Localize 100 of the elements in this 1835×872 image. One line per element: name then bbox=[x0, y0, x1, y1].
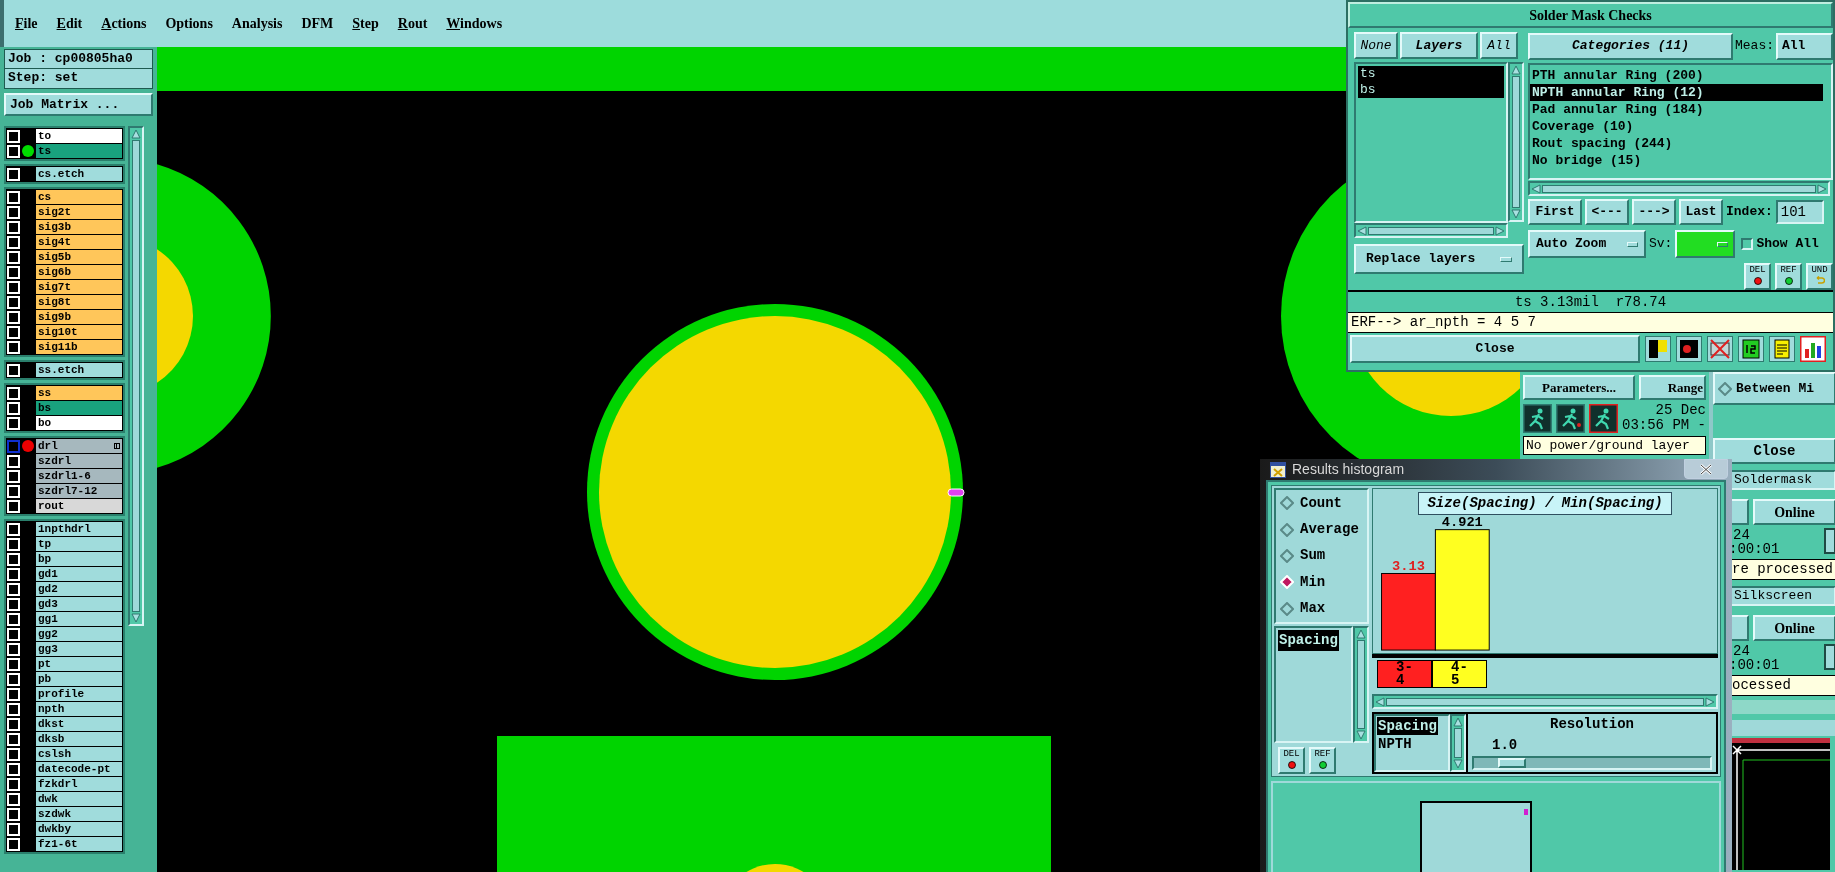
menu-item[interactable]: File bbox=[15, 13, 38, 34]
layer-item[interactable]: bs bbox=[1358, 82, 1504, 98]
filter-button[interactable]: Layers bbox=[1400, 32, 1478, 59]
layer-item[interactable]: pb bbox=[36, 672, 122, 686]
arrow-icon[interactable] bbox=[1356, 629, 1366, 639]
layer-item[interactable]: rout bbox=[36, 499, 122, 513]
index-field[interactable]: 101 bbox=[1775, 200, 1824, 224]
tool-button[interactable]: DEL bbox=[1744, 263, 1771, 290]
layer-item[interactable]: fzkdrl bbox=[36, 777, 122, 791]
radio-option[interactable]: Average bbox=[1280, 519, 1363, 541]
close-button[interactable]: Close bbox=[1350, 335, 1640, 363]
category-item[interactable]: NPTH annular Ring (12) bbox=[1530, 84, 1823, 101]
layer-item[interactable]: szdrl7-12 bbox=[36, 484, 122, 498]
meas-dropdown[interactable]: All bbox=[1776, 32, 1833, 60]
layer-item[interactable]: gg3 bbox=[36, 642, 122, 656]
layer-item[interactable]: pt bbox=[36, 657, 122, 671]
radio-option[interactable]: Count bbox=[1280, 492, 1363, 514]
menu-item[interactable]: Analysis bbox=[231, 13, 283, 34]
arrow-icon[interactable] bbox=[1453, 717, 1463, 727]
layer-item[interactable]: sig2t bbox=[36, 205, 122, 219]
mode-option[interactable]: Between Mi bbox=[1713, 372, 1835, 405]
layer-item[interactable]: cslsh bbox=[36, 747, 122, 761]
scrollbar[interactable] bbox=[1354, 223, 1508, 238]
layer-item[interactable]: gd1 bbox=[36, 567, 122, 581]
name-field[interactable]: Silkscreen bbox=[1729, 586, 1835, 606]
layer-item[interactable]: sig11b bbox=[36, 340, 122, 354]
scrollbar[interactable] bbox=[1508, 62, 1524, 222]
replace-layers-dropdown[interactable]: Replace layers bbox=[1354, 244, 1524, 274]
running-figure-icon[interactable] bbox=[1523, 403, 1552, 433]
menu-item[interactable]: Windows bbox=[446, 13, 503, 34]
layer-item[interactable]: sig10t bbox=[36, 325, 122, 339]
layer-item[interactable]: sig4t bbox=[36, 235, 122, 249]
scrollbar[interactable] bbox=[128, 126, 144, 626]
layer-item[interactable]: datecode-pt bbox=[36, 762, 122, 776]
layer-item[interactable]: szdwk bbox=[36, 807, 122, 821]
layer-item[interactable]: bs bbox=[36, 401, 122, 415]
job-matrix-button[interactable]: Job Matrix ... bbox=[4, 93, 153, 116]
categories-button[interactable]: Categories (11) bbox=[1528, 32, 1733, 60]
layer-item[interactable]: profile bbox=[36, 687, 122, 701]
arrow-icon[interactable] bbox=[1357, 225, 1367, 236]
layer-item[interactable]: to bbox=[36, 129, 122, 143]
layer-item[interactable]: cs bbox=[36, 190, 122, 204]
bar-chart-icon[interactable] bbox=[1800, 336, 1826, 362]
arrow-icon[interactable] bbox=[1495, 225, 1505, 236]
category-item[interactable]: No bridge (15) bbox=[1530, 152, 1823, 169]
tool-button[interactable]: DEL bbox=[1278, 747, 1305, 774]
scrollbar[interactable] bbox=[1372, 694, 1718, 709]
layer-item[interactable]: szdrl1-6 bbox=[36, 469, 122, 483]
online-button[interactable]: Online bbox=[1753, 499, 1835, 525]
layer-item[interactable]: sig8t bbox=[36, 295, 122, 309]
layer-item[interactable]: szdrl bbox=[36, 454, 122, 468]
menu-item[interactable]: Step bbox=[352, 13, 379, 34]
layer-item[interactable]: gg2 bbox=[36, 627, 122, 641]
layer-item[interactable]: sig6b bbox=[36, 265, 122, 279]
filter-button[interactable]: None bbox=[1354, 32, 1398, 59]
tool-button[interactable]: UND bbox=[1806, 263, 1833, 290]
layer-item[interactable]: bp bbox=[36, 552, 122, 566]
list-item[interactable]: Spacing bbox=[1278, 630, 1339, 651]
layer-item[interactable]: dkst bbox=[36, 717, 122, 731]
layer-item[interactable]: sig5b bbox=[36, 250, 122, 264]
arrow-icon[interactable] bbox=[1453, 759, 1463, 769]
layer-item[interactable]: drl bbox=[36, 439, 122, 453]
menu-item[interactable]: Options bbox=[165, 13, 213, 34]
layer-item[interactable]: cs.etch bbox=[36, 167, 122, 181]
layer-item[interactable]: npth bbox=[36, 702, 122, 716]
layer-checkbox[interactable] bbox=[7, 439, 20, 453]
category-item[interactable]: PTH annular Ring (200) bbox=[1530, 67, 1823, 84]
layer-item[interactable]: dwkby bbox=[36, 822, 122, 836]
layer-item[interactable]: sig3b bbox=[36, 220, 122, 234]
radio-option[interactable]: Sum bbox=[1280, 545, 1363, 567]
radio-option[interactable]: Max bbox=[1280, 598, 1363, 620]
arrow-icon[interactable] bbox=[1356, 730, 1366, 740]
show-all-checkbox[interactable] bbox=[1741, 238, 1754, 250]
online-button[interactable]: Online bbox=[1753, 615, 1835, 641]
radio-option[interactable]: Min bbox=[1280, 571, 1363, 593]
arrow-icon[interactable] bbox=[1531, 183, 1541, 194]
layer-item[interactable]: ts bbox=[1358, 66, 1504, 82]
layer-item[interactable]: ss bbox=[36, 386, 122, 400]
filter-button[interactable]: All bbox=[1480, 32, 1518, 59]
nav-button[interactable]: <--- bbox=[1585, 199, 1629, 225]
nav-button[interactable]: ---> bbox=[1632, 199, 1676, 225]
scrollbar[interactable] bbox=[1353, 626, 1369, 743]
category-item[interactable]: Coverage (10) bbox=[1530, 118, 1823, 135]
close-button[interactable]: Close bbox=[1713, 438, 1835, 464]
layer-item[interactable]: fz1-6t bbox=[36, 837, 122, 851]
page-icon[interactable] bbox=[1738, 336, 1764, 362]
category-item[interactable]: Rout spacing (244) bbox=[1530, 135, 1823, 152]
menu-item[interactable]: Rout bbox=[397, 13, 428, 34]
parameters-button[interactable]: Parameters... bbox=[1523, 375, 1635, 400]
note-icon[interactable] bbox=[1769, 336, 1795, 362]
layer-item[interactable]: gg1 bbox=[36, 612, 122, 626]
layer-item[interactable]: 1npthdrl bbox=[36, 522, 122, 536]
crossed-out-icon[interactable] bbox=[1707, 336, 1733, 362]
zoom-mode-dropdown[interactable]: Auto Zoom bbox=[1528, 230, 1646, 258]
color-dropdown[interactable] bbox=[1675, 230, 1736, 258]
ranges-button[interactable]: Range bbox=[1639, 375, 1706, 400]
layer-item[interactable]: sig7t bbox=[36, 280, 122, 294]
name-field[interactable]: Soldermask bbox=[1729, 470, 1835, 490]
record-icon[interactable] bbox=[1676, 336, 1702, 362]
layer-item[interactable]: tp bbox=[36, 537, 122, 551]
